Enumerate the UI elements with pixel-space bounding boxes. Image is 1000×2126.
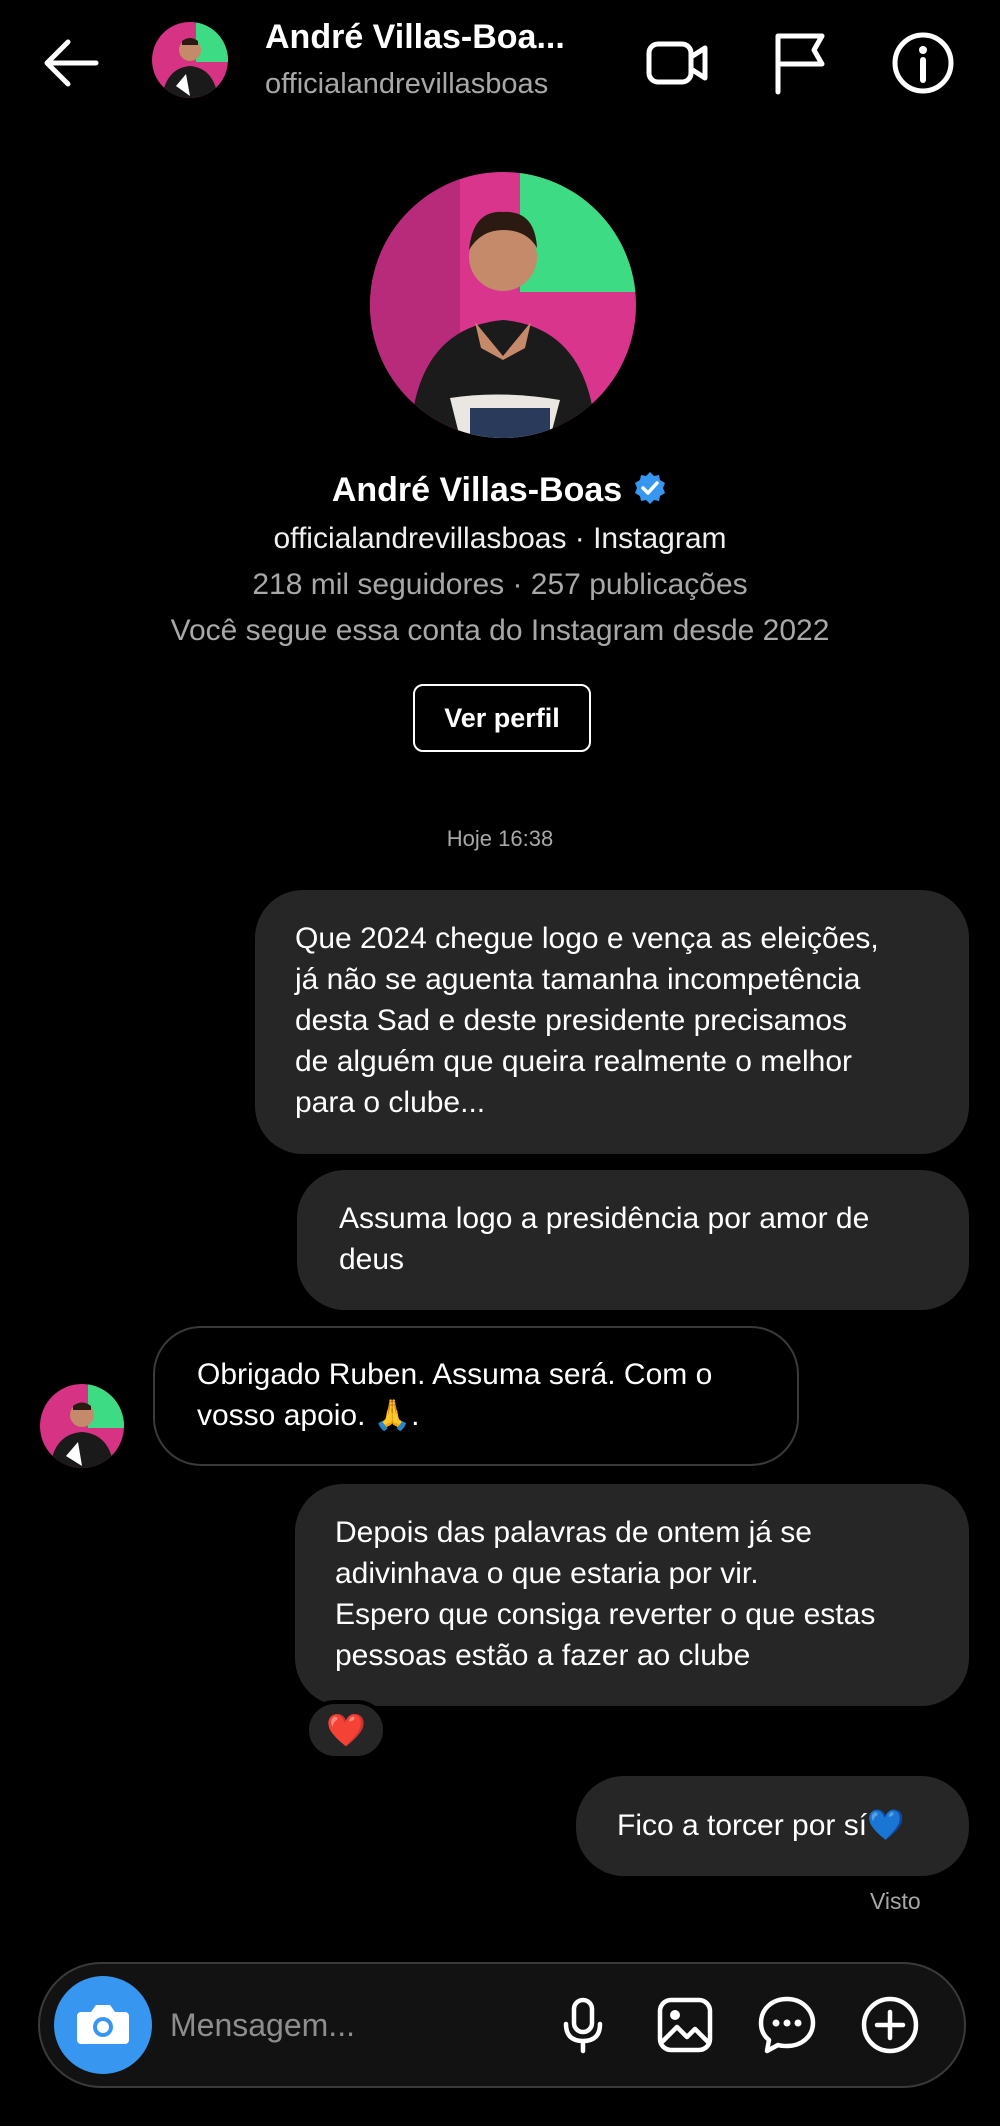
profile-name: André Villas-Boas <box>331 471 623 509</box>
header-handle[interactable]: officialandrevillasboas <box>265 68 548 101</box>
profile-stats: 218 mil seguidores · 257 publicações <box>252 568 748 601</box>
message-bubble-outgoing[interactable]: Assuma logo a presidência por amor de de… <box>297 1170 969 1310</box>
flag-icon[interactable] <box>765 28 835 98</box>
sticker-icon[interactable] <box>754 1992 820 2058</box>
profile-name-row: André Villas-Boas <box>0 470 1000 510</box>
message-bubble-outgoing[interactable]: Depois das palavras de ontem já se adivi… <box>295 1484 969 1706</box>
info-icon[interactable] <box>888 28 958 98</box>
follow-since-text: Você segue essa conta do Instagram desde… <box>170 614 830 647</box>
message-input[interactable] <box>170 1995 530 2055</box>
microphone-icon[interactable] <box>550 1992 616 2058</box>
message-bubble-outgoing[interactable]: Fico a torcer por sí💙 <box>576 1776 969 1876</box>
plus-icon[interactable] <box>857 1992 923 2058</box>
gallery-icon[interactable] <box>652 1992 718 2058</box>
profile-avatar[interactable] <box>370 172 636 438</box>
camera-button[interactable] <box>54 1976 152 2074</box>
verified-badge-icon <box>632 470 668 506</box>
heart-reaction[interactable]: ❤️ <box>305 1700 387 1760</box>
camera-icon <box>77 2005 129 2044</box>
sender-avatar[interactable] <box>40 1384 124 1468</box>
seen-status: Visto <box>870 1888 921 1914</box>
view-profile-button[interactable]: Ver perfil <box>413 684 591 752</box>
avatar[interactable] <box>152 22 228 98</box>
header-name[interactable]: André Villas-Boa... <box>265 18 565 57</box>
message-bubble-outgoing[interactable]: Que 2024 chegue logo e vença as eleições… <box>255 890 969 1154</box>
chat-timestamp: Hoje 16:38 <box>446 826 554 851</box>
back-arrow-icon[interactable] <box>38 30 104 96</box>
message-bubble-incoming[interactable]: Obrigado Ruben. Assuma será. Com o vosso… <box>153 1326 799 1466</box>
video-call-icon[interactable] <box>643 28 713 98</box>
profile-handle: officialandrevillasboas · Instagram <box>273 522 727 555</box>
